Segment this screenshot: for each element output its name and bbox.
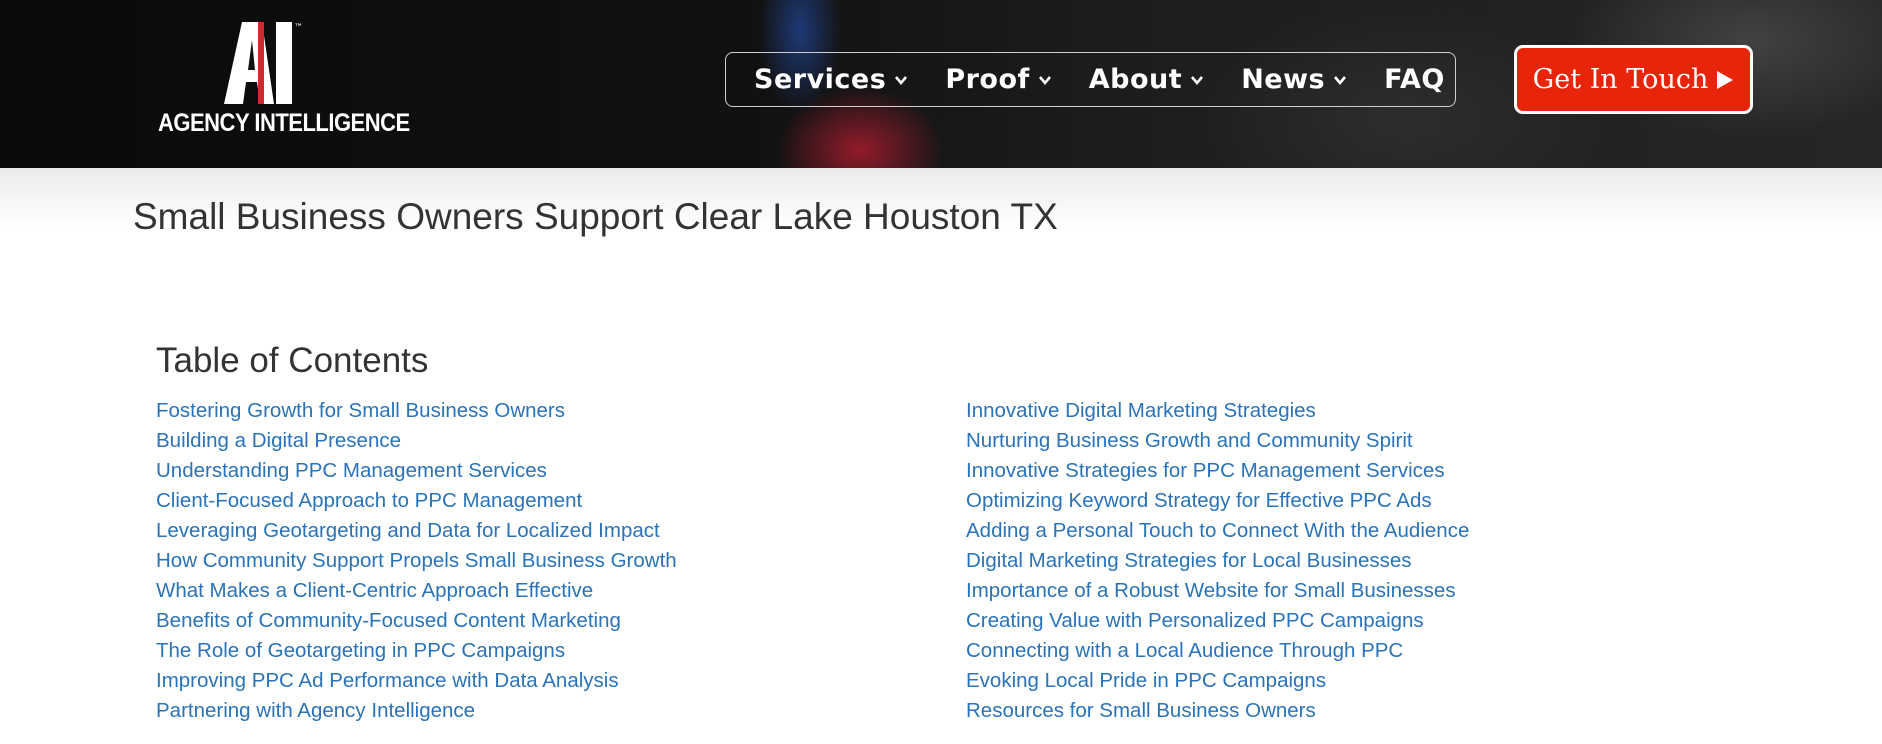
toc-item: Importance of a Robust Website for Small… — [966, 578, 1469, 608]
toc-link[interactable]: Client-Focused Approach to PPC Managemen… — [156, 489, 582, 512]
toc-item: Partnering with Agency Intelligence — [156, 698, 677, 728]
toc-link[interactable]: Creating Value with Personalized PPC Cam… — [966, 609, 1424, 632]
toc-link[interactable]: Optimizing Keyword Strategy for Effectiv… — [966, 489, 1432, 512]
play-icon — [1717, 70, 1734, 89]
toc-link[interactable]: Fostering Growth for Small Business Owne… — [156, 399, 565, 422]
toc-link[interactable]: Connecting with a Local Audience Through… — [966, 639, 1403, 662]
toc-item: Optimizing Keyword Strategy for Effectiv… — [966, 488, 1469, 518]
nav-faq-label: FAQ — [1384, 64, 1445, 95]
toc-item: Improving PPC Ad Performance with Data A… — [156, 668, 677, 698]
toc-item: How Community Support Propels Small Busi… — [156, 548, 677, 578]
toc-link[interactable]: Evoking Local Pride in PPC Campaigns — [966, 669, 1326, 692]
toc-item: Nurturing Business Growth and Community … — [966, 428, 1469, 458]
nav-news-label: News — [1241, 64, 1326, 95]
nav-faq[interactable]: FAQ — [1384, 64, 1445, 95]
logo-text: AGENCY INTELLIGENCE — [158, 108, 410, 137]
agency-intelligence-logo[interactable]: ™ AGENCY INTELLIGENCE — [158, 20, 410, 138]
nav-proof[interactable]: Proof — [945, 64, 1051, 95]
toc-link[interactable]: What Makes a Client-Centric Approach Eff… — [156, 579, 593, 602]
toc-item: What Makes a Client-Centric Approach Eff… — [156, 578, 677, 608]
toc-item: The Role of Geotargeting in PPC Campaign… — [156, 638, 677, 668]
logo-mark-icon: ™ — [224, 22, 303, 104]
toc-link[interactable]: Importance of a Robust Website for Small… — [966, 579, 1456, 602]
toc-item: Benefits of Community-Focused Content Ma… — [156, 608, 677, 638]
toc-left-column: Fostering Growth for Small Business Owne… — [156, 398, 677, 728]
svg-text:™: ™ — [294, 23, 303, 33]
toc-item: Digital Marketing Strategies for Local B… — [966, 548, 1469, 578]
nav-about-label: About — [1088, 64, 1183, 95]
toc-right-column: Innovative Digital Marketing Strategies … — [966, 398, 1469, 728]
toc-link[interactable]: Understanding PPC Management Services — [156, 459, 547, 482]
toc-item: Innovative Strategies for PPC Management… — [966, 458, 1469, 488]
get-in-touch-button[interactable]: Get In Touch — [1514, 45, 1753, 114]
toc-link[interactable]: Nurturing Business Growth and Community … — [966, 429, 1413, 452]
toc-item: Fostering Growth for Small Business Owne… — [156, 398, 677, 428]
toc-item: Understanding PPC Management Services — [156, 458, 677, 488]
nav-proof-label: Proof — [945, 64, 1030, 95]
toc-link[interactable]: Improving PPC Ad Performance with Data A… — [156, 669, 619, 692]
nav-about[interactable]: About — [1089, 64, 1204, 95]
toc-item: Resources for Small Business Owners — [966, 698, 1469, 728]
toc-link[interactable]: How Community Support Propels Small Busi… — [156, 549, 677, 572]
toc-item: Leveraging Geotargeting and Data for Loc… — [156, 518, 677, 548]
toc-link[interactable]: Leveraging Geotargeting and Data for Loc… — [156, 519, 660, 542]
toc-item: Building a Digital Presence — [156, 428, 677, 458]
chevron-down-icon — [895, 75, 908, 85]
nav-services[interactable]: Services — [754, 64, 908, 95]
toc-item: Connecting with a Local Audience Through… — [966, 638, 1469, 668]
toc-link[interactable]: Digital Marketing Strategies for Local B… — [966, 549, 1412, 572]
nav-services-label: Services — [754, 64, 887, 95]
toc-link[interactable]: Innovative Digital Marketing Strategies — [966, 399, 1316, 422]
toc-item: Client-Focused Approach to PPC Managemen… — [156, 488, 677, 518]
chevron-down-icon — [1334, 75, 1347, 85]
toc-link[interactable]: The Role of Geotargeting in PPC Campaign… — [156, 639, 565, 662]
site-header: ™ AGENCY INTELLIGENCE Services Proof Abo… — [0, 0, 1882, 168]
toc-link[interactable]: Building a Digital Presence — [156, 429, 401, 452]
chevron-down-icon — [1038, 75, 1051, 85]
nav-news[interactable]: News — [1241, 64, 1347, 95]
main-navigation: Services Proof About News FAQ — [725, 52, 1456, 107]
toc-item: Innovative Digital Marketing Strategies — [966, 398, 1469, 428]
toc-link[interactable]: Resources for Small Business Owners — [966, 699, 1316, 722]
get-in-touch-label: Get In Touch — [1532, 64, 1709, 95]
chevron-down-icon — [1191, 75, 1204, 85]
toc-item: Adding a Personal Touch to Connect With … — [966, 518, 1469, 548]
toc-item: Evoking Local Pride in PPC Campaigns — [966, 668, 1469, 698]
toc-link[interactable]: Benefits of Community-Focused Content Ma… — [156, 609, 621, 632]
toc-link[interactable]: Innovative Strategies for PPC Management… — [966, 459, 1445, 482]
toc-link[interactable]: Adding a Personal Touch to Connect With … — [966, 519, 1469, 542]
toc-item: Creating Value with Personalized PPC Cam… — [966, 608, 1469, 638]
toc-link[interactable]: Partnering with Agency Intelligence — [156, 699, 475, 722]
page-title: Small Business Owners Support Clear Lake… — [133, 196, 1058, 237]
toc-heading: Table of Contents — [156, 341, 429, 380]
